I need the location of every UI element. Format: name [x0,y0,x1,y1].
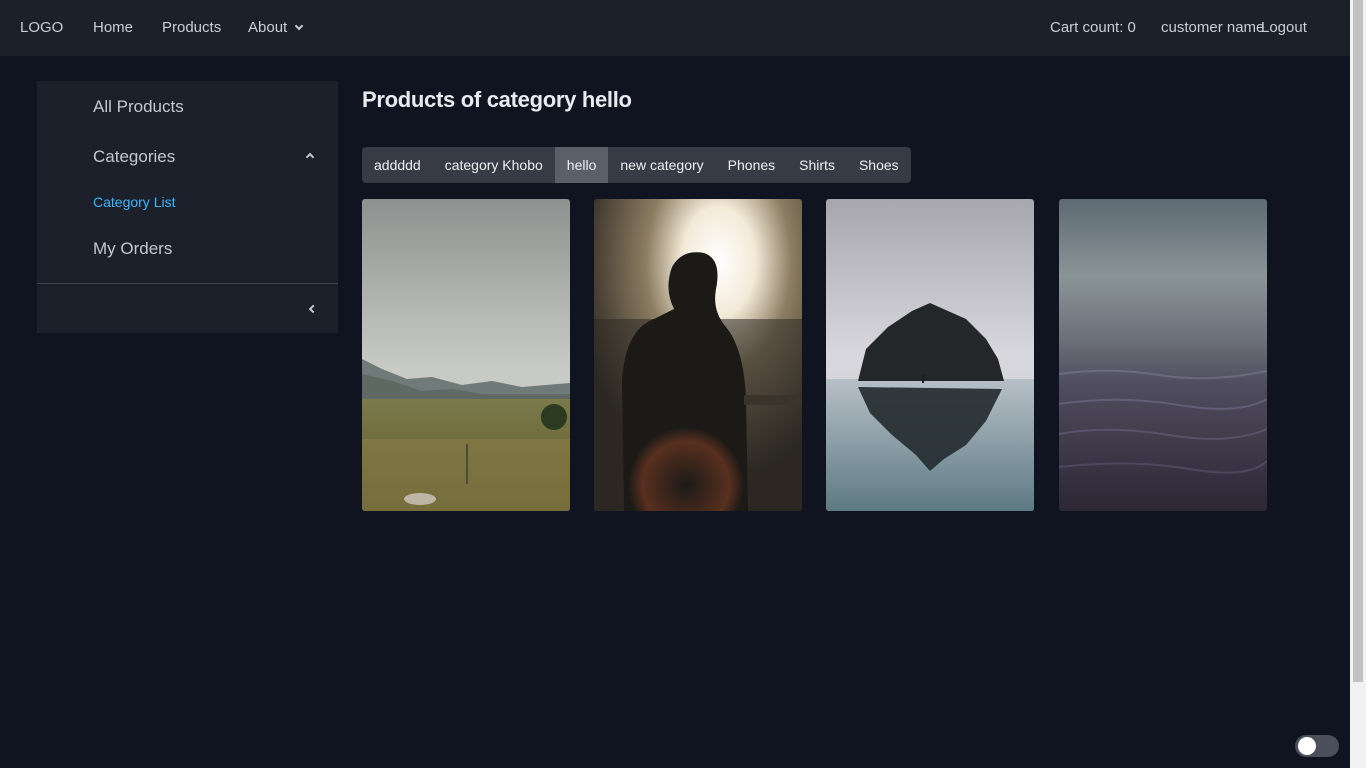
toggle-knob [1298,737,1316,755]
tab-phones[interactable]: Phones [716,147,787,183]
theme-toggle[interactable] [1295,735,1339,757]
page-title: Products of category hello [362,87,632,112]
tab-shoes[interactable]: Shoes [847,147,911,183]
category-tabs: addddd category Khobo hello new category… [362,147,911,183]
sidebar-collapse-button[interactable] [297,296,327,322]
chevron-down-icon [294,21,304,31]
person-silhouette-sunset-photo [594,199,802,511]
nav-products-link[interactable]: Products [162,19,221,37]
chevron-left-icon [308,304,318,314]
chevron-up-icon[interactable] [305,152,315,162]
tab-category-khobo[interactable]: category Khobo [433,147,555,183]
product-card-4[interactable] [1059,199,1267,511]
sidebar-item-my-orders[interactable]: My Orders [93,239,172,259]
cart-count[interactable]: Cart count: 0 [1050,19,1136,37]
tab-new-category[interactable]: new category [608,147,715,183]
scrollbar-thumb[interactable] [1353,0,1363,682]
user-name-link[interactable]: customer name [1161,19,1264,37]
nav-about-label: About [248,19,288,36]
logo[interactable]: LOGO [20,19,63,37]
product-card-1[interactable] [362,199,570,511]
sidebar-divider [37,283,338,284]
sidebar-item-all-products[interactable]: All Products [93,97,184,117]
logout-link[interactable]: Logout [1261,19,1307,37]
product-card-3[interactable] [826,199,1034,511]
nav-home-link[interactable]: Home [93,19,133,37]
nav-about-dropdown[interactable]: About [248,19,304,37]
top-navbar: LOGO Home Products About Cart count: 0 c… [0,0,1350,56]
tab-hello[interactable]: hello [554,147,609,183]
page-scrollbar[interactable] [1350,0,1366,768]
misty-ocean-photo [1059,199,1267,511]
tab-addddd[interactable]: addddd [362,147,433,183]
sidebar: All Products Categories Category List My… [37,81,338,333]
sidebar-item-categories[interactable]: Categories [93,147,175,167]
landscape-meadow-photo [362,199,570,511]
sidebar-item-category-list[interactable]: Category List [93,194,175,210]
tab-shirts[interactable]: Shirts [787,147,847,183]
product-card-2[interactable] [594,199,802,511]
sea-rock-reflection-photo [826,199,1034,511]
